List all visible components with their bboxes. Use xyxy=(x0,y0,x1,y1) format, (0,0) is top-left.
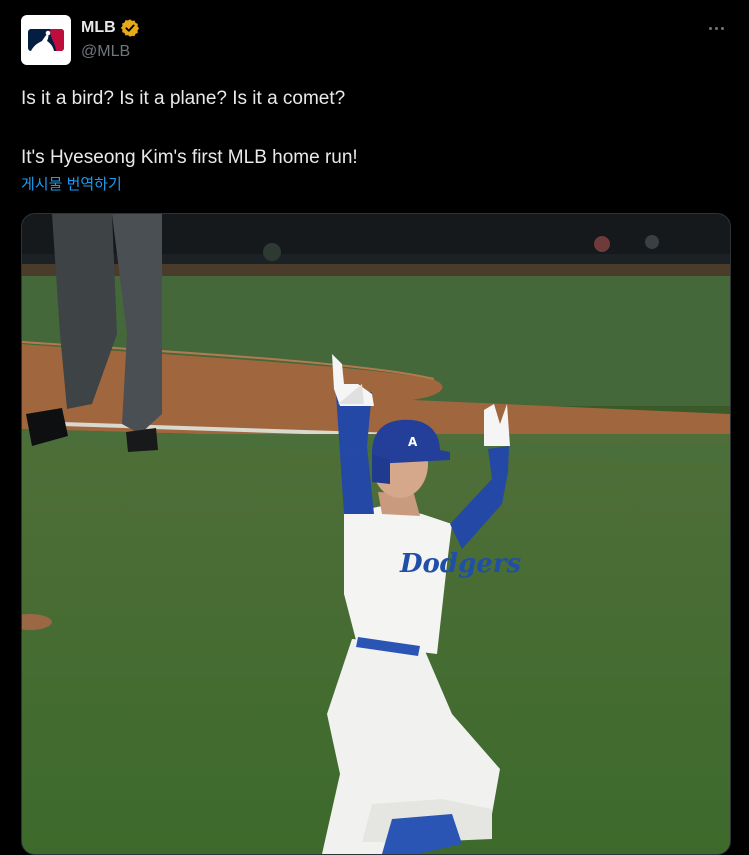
handle[interactable]: @MLB xyxy=(81,42,130,62)
verified-badge-icon xyxy=(120,19,139,37)
tweet-line: Is it a bird? Is it a plane? Is it a com… xyxy=(21,88,346,109)
translate-post-link[interactable]: 게시물 번역하기 xyxy=(21,175,122,195)
tweet-card: MLB @MLB Is it a bird? Is it a plane? Is… xyxy=(0,0,749,855)
dot xyxy=(714,26,718,30)
media-video[interactable]: Dodgers A xyxy=(21,213,731,855)
video-still: Dodgers A xyxy=(22,214,730,854)
dot xyxy=(720,26,724,30)
display-name[interactable]: MLB xyxy=(81,18,116,38)
dot xyxy=(708,26,712,30)
avatar[interactable] xyxy=(21,15,71,65)
author-name-row[interactable]: MLB xyxy=(81,18,140,38)
tweet-text: Is it a bird? Is it a plane? Is it a com… xyxy=(21,86,721,171)
tweet-line: It's Hyeseong Kim's first MLB home run! xyxy=(21,147,358,168)
more-options-icon[interactable] xyxy=(702,16,730,40)
helmet-logo: A xyxy=(408,435,418,449)
jersey-script: Dodgers xyxy=(399,549,521,579)
mlb-logo-icon xyxy=(28,29,64,51)
